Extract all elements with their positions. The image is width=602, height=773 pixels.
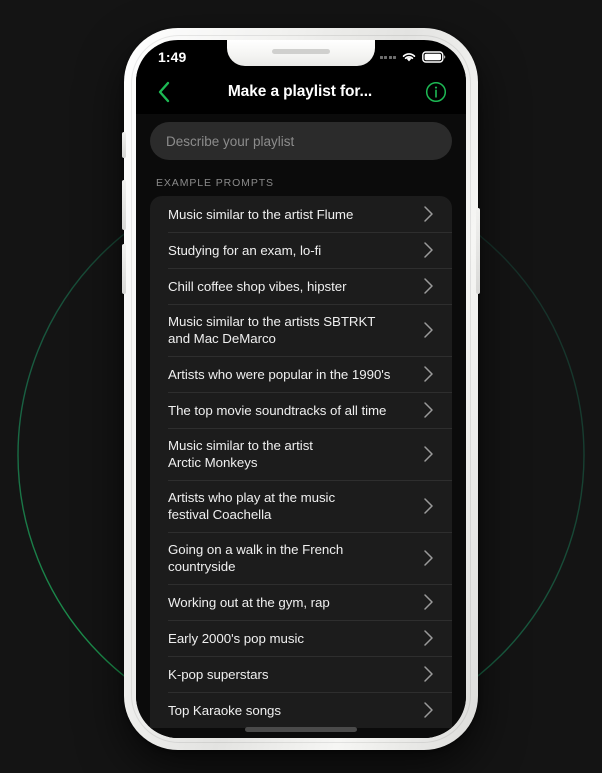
- prompt-row[interactable]: Chill coffee shop vibes, hipster: [150, 268, 452, 304]
- chevron-right-icon: [418, 629, 438, 647]
- silent-switch-button[interactable]: [122, 132, 126, 158]
- prompt-label: Early 2000's pop music: [168, 630, 304, 646]
- info-circle-icon: [425, 81, 447, 103]
- chevron-right-icon: [418, 277, 438, 295]
- app-content: EXAMPLE PROMPTS Music similar to the art…: [136, 114, 466, 738]
- chevron-right-icon: [418, 701, 438, 719]
- chevron-right-icon: [418, 593, 438, 611]
- chevron-right-icon: [418, 321, 438, 339]
- prompt-label: Artists who were popular in the 1990's: [168, 366, 391, 382]
- prompt-label: Music similar to the artist Flume: [168, 206, 354, 222]
- chevron-right-icon: [418, 365, 438, 383]
- prompt-row[interactable]: The top movie soundtracks of all time: [150, 392, 452, 428]
- prompt-row[interactable]: Artists who were popular in the 1990's: [150, 356, 452, 392]
- prompt-row[interactable]: Music similar to the artist Flume: [150, 196, 452, 232]
- phone-notch: [227, 40, 375, 66]
- volume-up-button[interactable]: [122, 180, 126, 230]
- prompt-label: The top movie soundtracks of all time: [168, 402, 387, 418]
- earpiece-speaker: [272, 49, 330, 54]
- chevron-right-icon: [418, 205, 438, 223]
- prompt-label: Top Karaoke songs: [168, 702, 281, 718]
- prompt-row[interactable]: Top Karaoke songs: [150, 692, 452, 728]
- example-prompts-list: Music similar to the artist Flume Studyin…: [150, 196, 452, 728]
- prompt-row[interactable]: Studying for an exam, lo-fi: [150, 232, 452, 268]
- prompt-row[interactable]: Music similar to the artists SBTRKT and …: [150, 304, 452, 356]
- chevron-right-icon: [418, 665, 438, 683]
- chevron-right-icon: [418, 445, 438, 463]
- power-button[interactable]: [476, 208, 480, 294]
- prompt-row[interactable]: Music similar to the artist Arctic Monke…: [150, 428, 452, 480]
- chevron-left-icon: [158, 81, 170, 103]
- phone-device-frame: 1:49 Make a playlist for... Describe you…: [122, 28, 480, 750]
- phone-screen: 1:49 Make a playlist for... Describe you…: [136, 40, 466, 738]
- info-button[interactable]: [420, 76, 452, 108]
- prompt-row[interactable]: Going on a walk in the French countrysid…: [150, 532, 452, 584]
- prompt-label: Going on a walk in the French countrysid…: [168, 542, 344, 574]
- screenshot-canvas: 1:49 Make a playlist for... Describe you…: [0, 0, 602, 773]
- chevron-right-icon: [418, 401, 438, 419]
- page-title: Make a playlist for...: [227, 83, 373, 100]
- prompt-label: Studying for an exam, lo-fi: [168, 242, 322, 258]
- prompt-row[interactable]: Artists who play at the music festival C…: [150, 480, 452, 532]
- volume-down-button[interactable]: [122, 244, 126, 294]
- section-heading: EXAMPLE PROMPTS: [156, 177, 274, 189]
- prompt-label: Music similar to the artist Arctic Monke…: [168, 438, 313, 470]
- prompt-label: Artists who play at the music festival C…: [168, 490, 336, 522]
- cellular-dots-icon: [379, 55, 396, 59]
- back-button[interactable]: [148, 76, 180, 108]
- prompt-label: Working out at the gym, rap: [168, 594, 330, 610]
- prompt-label: Music similar to the artists SBTRKT and …: [168, 314, 376, 346]
- status-bar-time: 1:49: [158, 49, 187, 65]
- home-indicator-bar[interactable]: [245, 727, 357, 732]
- search-input[interactable]: [150, 122, 452, 160]
- prompt-label: K-pop superstars: [168, 666, 269, 682]
- prompt-label: Chill coffee shop vibes, hipster: [168, 278, 347, 294]
- chevron-right-icon: [418, 497, 438, 515]
- navigation-bar: Make a playlist for...: [136, 70, 466, 114]
- battery-icon: [422, 51, 446, 63]
- search-field-container: [136, 114, 466, 160]
- chevron-right-icon: [418, 549, 438, 567]
- prompt-row[interactable]: Early 2000's pop music: [150, 620, 452, 656]
- chevron-right-icon: [418, 241, 438, 259]
- prompt-row[interactable]: Working out at the gym, rap: [150, 584, 452, 620]
- wifi-icon: [402, 53, 416, 62]
- prompt-row[interactable]: K-pop superstars: [150, 656, 452, 692]
- status-bar-indicators: [379, 51, 447, 63]
